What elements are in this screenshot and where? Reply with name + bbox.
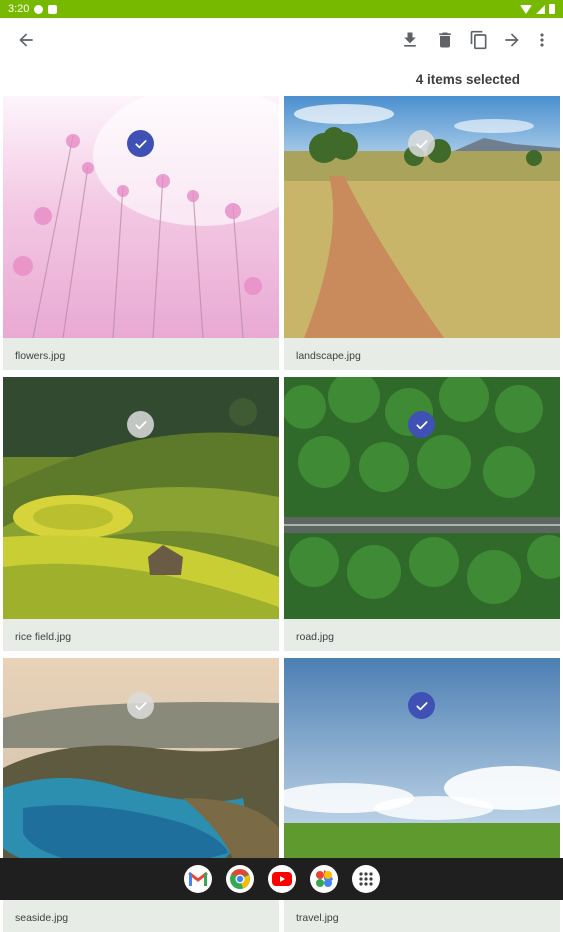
copy-icon[interactable] bbox=[467, 28, 491, 52]
battery-icon bbox=[549, 4, 555, 14]
unselected-check-icon[interactable] bbox=[127, 692, 154, 719]
unselected-check-icon[interactable] bbox=[408, 130, 435, 157]
selected-count: 4 items selected bbox=[415, 72, 520, 87]
selected-check-icon[interactable] bbox=[408, 692, 435, 719]
file-name: seaside.jpg bbox=[3, 900, 279, 932]
file-name: travel.jpg bbox=[284, 900, 560, 932]
chrome-icon[interactable] bbox=[225, 865, 254, 893]
grid-item-landscape[interactable]: landscape.jpg bbox=[284, 96, 560, 370]
youtube-icon[interactable] bbox=[267, 865, 296, 893]
back-arrow-icon[interactable] bbox=[14, 28, 38, 52]
file-name: flowers.jpg bbox=[3, 338, 279, 370]
grid-item-rice-field[interactable]: rice field.jpg bbox=[3, 377, 279, 651]
status-time: 3:20 bbox=[8, 3, 30, 15]
selected-check-icon[interactable] bbox=[408, 411, 435, 438]
unselected-check-icon[interactable] bbox=[127, 411, 154, 438]
move-icon[interactable] bbox=[500, 28, 524, 52]
wifi-icon bbox=[520, 4, 532, 14]
gmail-icon[interactable] bbox=[183, 865, 212, 893]
grid-item-road[interactable]: road.jpg bbox=[284, 377, 560, 651]
signal-icon bbox=[536, 4, 545, 14]
sim-icon bbox=[48, 4, 58, 14]
download-icon[interactable] bbox=[398, 28, 422, 52]
more-vert-icon[interactable] bbox=[530, 28, 554, 52]
delete-icon[interactable] bbox=[433, 28, 457, 52]
app-drawer-icon[interactable] bbox=[351, 865, 380, 893]
photos-icon[interactable] bbox=[309, 865, 338, 893]
selection-toolbar bbox=[0, 18, 563, 62]
selected-check-icon[interactable] bbox=[127, 130, 154, 157]
file-name: rice field.jpg bbox=[3, 619, 279, 651]
file-name: road.jpg bbox=[284, 619, 560, 651]
grid-item-flowers[interactable]: flowers.jpg bbox=[3, 96, 279, 370]
app-dock bbox=[0, 858, 563, 900]
file-name: landscape.jpg bbox=[284, 338, 560, 370]
status-bar: 3:20 bbox=[0, 0, 563, 18]
notification-icon bbox=[34, 4, 44, 14]
